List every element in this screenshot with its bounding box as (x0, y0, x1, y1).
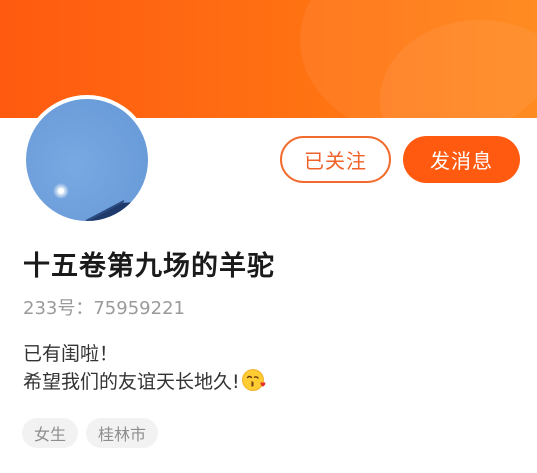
avatar-image (26, 99, 148, 221)
tag-gender: 女生 (22, 418, 79, 448)
kissing-heart-emoji-icon (241, 368, 266, 400)
profile-name: 十五卷第九场的羊驼 (23, 251, 275, 282)
bio-line-2-text: 希望我们的友谊天长地久! (23, 371, 240, 393)
user-id: 233号：75959221 (23, 298, 185, 319)
send-message-button[interactable]: 发消息 (403, 136, 520, 183)
followed-button[interactable]: 已关注 (280, 136, 391, 183)
profile-tags: 女生 桂林市 (22, 418, 159, 448)
tag-city: 桂林市 (86, 418, 159, 448)
avatar-photo (53, 183, 148, 221)
profile-bio: 已有闺啦！ 希望我们的友谊天长地久! (23, 340, 266, 400)
bio-line-2: 希望我们的友谊天长地久! (23, 368, 266, 400)
avatar[interactable] (22, 95, 152, 225)
profile-page: 已关注 发消息 十五卷第九场的羊驼 233号：75959221 已有闺啦！ 希望… (0, 0, 537, 473)
bio-line-1: 已有闺啦！ (23, 343, 119, 365)
